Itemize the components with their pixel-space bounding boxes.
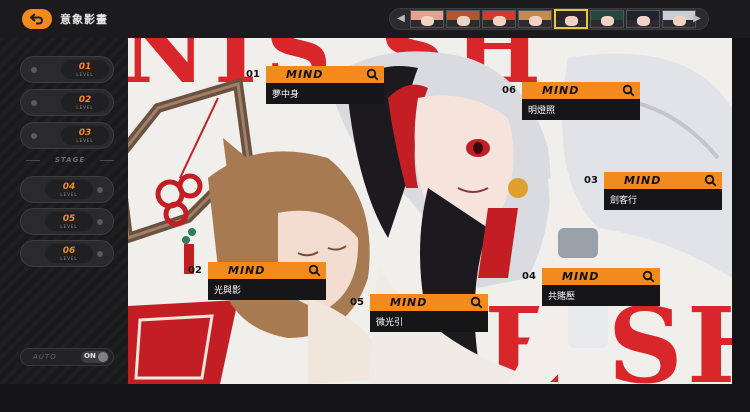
level-dot (97, 187, 103, 193)
portrait-character-3[interactable] (482, 10, 516, 28)
mind-name: 明燈照 (528, 106, 556, 116)
bottom-bar (0, 384, 750, 412)
mind-entry-01[interactable]: 01 MIND 夢中身 (246, 66, 384, 104)
magnifier-icon[interactable] (308, 264, 321, 277)
level-dot (31, 67, 37, 73)
page-title: 意象影畫 (60, 13, 108, 26)
level-caption: LEVEL (76, 72, 94, 77)
mind-entry-05[interactable]: 05 MIND 微光引 (350, 294, 488, 332)
magnifier-icon[interactable] (366, 68, 379, 81)
magnifier-icon[interactable] (642, 270, 655, 283)
mind-name: 光與影 (214, 286, 242, 296)
level-button-06[interactable]: 06 LEVEL (20, 240, 114, 267)
character-selector: ◀ ▶ (389, 8, 709, 30)
level-button-05[interactable]: 05 LEVEL (20, 208, 114, 235)
level-number: 01 (78, 62, 92, 72)
character-illustration: NIS SH YE SH “ (128, 38, 732, 384)
level-caption: LEVEL (76, 138, 94, 143)
level-number: 05 (62, 214, 76, 224)
portrait-character-5[interactable] (554, 9, 588, 29)
level-dot (97, 219, 103, 225)
level-number: 06 (62, 246, 76, 256)
mind-name: 夢中身 (272, 90, 300, 100)
chevron-right-icon[interactable]: ▶ (691, 12, 703, 26)
portrait-character-1[interactable] (410, 10, 444, 28)
red-banner (128, 300, 238, 384)
mind-index: 02 (188, 265, 202, 276)
level-button-01[interactable]: 01 LEVEL (20, 56, 114, 83)
magnifier-icon[interactable] (704, 174, 717, 187)
mind-index: 06 (502, 85, 516, 96)
magnifier-icon[interactable] (622, 84, 635, 97)
mind-entry-03[interactable]: 03 MIND 劍客行 (584, 172, 722, 210)
magnifier-icon[interactable] (470, 296, 483, 309)
portrait-character-4[interactable] (518, 10, 552, 28)
mind-entry-04[interactable]: 04 MIND 共賭壓 (522, 268, 660, 306)
level-number: 04 (62, 182, 76, 192)
portrait-character-2[interactable] (446, 10, 480, 28)
level-caption: LEVEL (60, 192, 78, 197)
mind-title: MIND (286, 68, 324, 81)
mind-index: 01 (246, 69, 260, 80)
mind-entry-06[interactable]: 06 MIND 明燈照 (502, 82, 640, 120)
level-button-03[interactable]: 03 LEVEL (20, 122, 114, 149)
portrait-character-7[interactable] (626, 10, 660, 28)
level-caption: LEVEL (60, 256, 78, 261)
level-number: 03 (78, 128, 92, 138)
mind-index: 03 (584, 175, 598, 186)
top-bar: 意象影畫 ◀ ▶ (0, 0, 750, 38)
auto-label: AUTO (33, 353, 57, 361)
right-edge (732, 38, 750, 384)
mind-title: MIND (562, 270, 600, 283)
level-button-04[interactable]: 04 LEVEL (20, 176, 114, 203)
level-dot (31, 100, 37, 106)
mind-name: 共賭壓 (548, 292, 576, 302)
mind-name: 微光引 (376, 318, 404, 328)
artwork: NIS SH YE SH “ (128, 38, 732, 384)
level-dot (97, 251, 103, 257)
auto-toggle[interactable]: AUTO ON (20, 348, 114, 366)
auto-switch[interactable]: ON (81, 351, 109, 363)
back-button[interactable] (22, 9, 52, 29)
level-caption: LEVEL (76, 105, 94, 110)
level-sidebar: 01 LEVEL 02 LEVEL 03 LEVEL STAGE 04 LEVE… (0, 38, 128, 384)
mind-title: MIND (542, 84, 580, 97)
mind-entry-02[interactable]: 02 MIND 光與影 (188, 262, 326, 300)
level-dot (31, 133, 37, 139)
level-button-02[interactable]: 02 LEVEL (20, 89, 114, 116)
mind-index: 05 (350, 297, 364, 308)
back-arrow-icon (30, 13, 43, 25)
portrait-character-6[interactable] (590, 10, 624, 28)
mind-index: 04 (522, 271, 536, 282)
mind-name: 劍客行 (610, 196, 638, 206)
auto-state: ON (84, 352, 96, 360)
chevron-left-icon[interactable]: ◀ (395, 12, 407, 26)
mind-title: MIND (228, 264, 266, 277)
level-caption: LEVEL (60, 224, 78, 229)
mind-title: MIND (624, 174, 662, 187)
level-number: 02 (78, 95, 92, 105)
switch-knob (98, 352, 108, 362)
mind-title: MIND (390, 296, 428, 309)
stage-label: STAGE (26, 156, 114, 164)
